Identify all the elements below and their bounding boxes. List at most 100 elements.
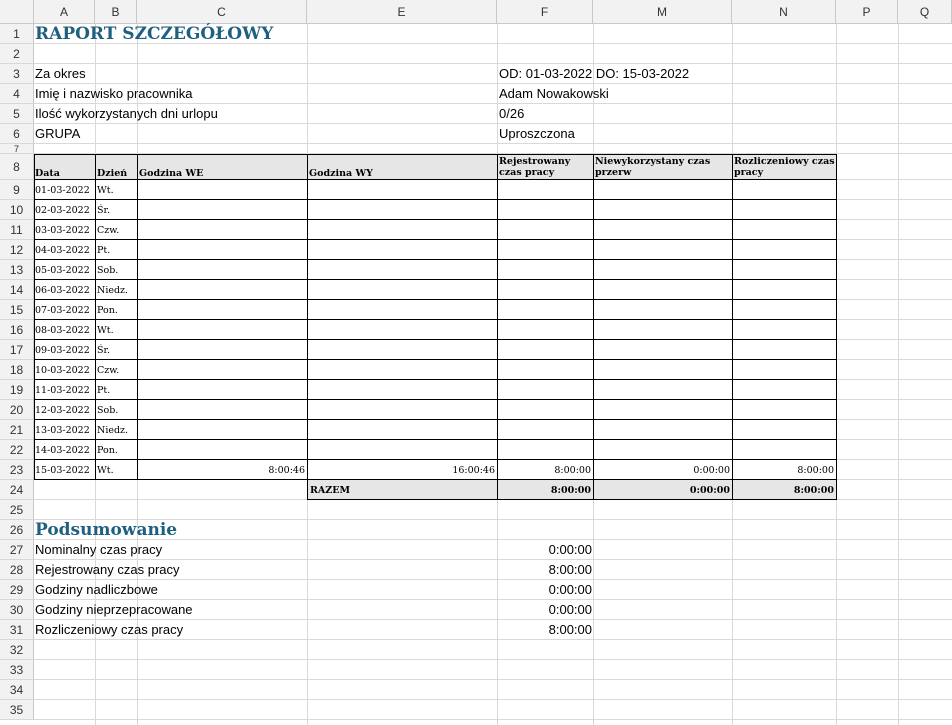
row-header-35[interactable]: 35 (0, 700, 34, 720)
table-row-registered (497, 300, 591, 320)
total-border-v (836, 480, 837, 500)
row-header-19[interactable]: 19 (0, 380, 34, 400)
column-header-m[interactable]: M (593, 0, 732, 24)
table-row-date: 01-03-2022 (35, 185, 90, 196)
row-header-12[interactable]: 12 (0, 240, 34, 260)
row-header-17[interactable]: 17 (0, 340, 34, 360)
row-header-21[interactable]: 21 (0, 420, 34, 440)
total-border-bottom (307, 499, 837, 500)
table-border-h (34, 339, 837, 340)
row-header-32[interactable]: 32 (0, 640, 34, 660)
column-header-c[interactable]: C (137, 0, 307, 24)
table-row-unused-break (593, 400, 730, 420)
row-header-2[interactable]: 2 (0, 44, 34, 64)
row-header-7[interactable]: 7 (0, 144, 34, 154)
row-header-33[interactable]: 33 (0, 660, 34, 680)
row-header-29[interactable]: 29 (0, 580, 34, 600)
table-row-settled (732, 220, 834, 240)
table-border-v (593, 154, 594, 480)
row-header-6[interactable]: 6 (0, 124, 34, 144)
table-row-time-out (307, 220, 495, 240)
table-row-registered (497, 440, 591, 460)
row-header-5[interactable]: 5 (0, 104, 34, 124)
select-all-corner[interactable] (0, 0, 34, 24)
column-header-q[interactable]: Q (898, 0, 952, 24)
table-border-h (34, 319, 837, 320)
row-header-10[interactable]: 10 (0, 200, 34, 220)
grid-hline (34, 679, 952, 680)
table-row-unused-break (593, 280, 730, 300)
table-row-day: Pt. (97, 245, 111, 256)
table-row-date: 06-03-2022 (35, 285, 90, 296)
table-row-day: Śr. (97, 345, 111, 356)
table-row-time-out (307, 300, 495, 320)
summary-title: Podsumowanie (35, 520, 178, 540)
row-header-23[interactable]: 23 (0, 460, 34, 480)
table-row-settled (732, 380, 834, 400)
grid-hline (34, 143, 952, 144)
row-header-13[interactable]: 13 (0, 260, 34, 280)
table-row-registered (497, 400, 591, 420)
row-header-26[interactable]: 26 (0, 520, 34, 540)
row-header-27[interactable]: 27 (0, 540, 34, 560)
table-row-time-in (137, 240, 305, 260)
column-header-b[interactable]: B (95, 0, 137, 24)
table-row-unused-break (593, 360, 730, 380)
table-row-date: 13-03-2022 (35, 425, 90, 436)
group-label: GRUPA (35, 126, 81, 141)
leave-value: 0/26 (499, 106, 525, 121)
table-row-day: Śr. (97, 205, 111, 216)
header-settled-line2: pracy (734, 167, 764, 178)
report-title: RAPORT SZCZEGÓŁOWY (35, 24, 274, 44)
column-header-f[interactable]: F (497, 0, 593, 24)
row-header-25[interactable]: 25 (0, 500, 34, 520)
table-row-registered: 8:00:00 (554, 465, 591, 476)
table-border-v (307, 154, 308, 480)
employee-label: Imię i nazwisko pracownika (35, 86, 193, 101)
row-header-28[interactable]: 28 (0, 560, 34, 580)
row-header-11[interactable]: 11 (0, 220, 34, 240)
table-row-date: 05-03-2022 (35, 265, 90, 276)
summary-item-label: Rejestrowany czas pracy (35, 562, 180, 577)
table-row-unused-break: 0:00:00 (693, 465, 730, 476)
table-border-h (34, 479, 837, 480)
row-header-20[interactable]: 20 (0, 400, 34, 420)
table-row-settled (732, 180, 834, 200)
table-border-h (34, 359, 837, 360)
row-header-4[interactable]: 4 (0, 84, 34, 104)
table-row-registered (497, 280, 591, 300)
table-row-day: Pon. (97, 305, 118, 316)
table-row-date: 09-03-2022 (35, 345, 90, 356)
table-row-time-in (137, 340, 305, 360)
grid-hline (34, 699, 952, 700)
row-header-16[interactable]: 16 (0, 320, 34, 340)
row-header-31[interactable]: 31 (0, 620, 34, 640)
table-row-settled (732, 360, 834, 380)
column-header-a[interactable]: A (34, 0, 95, 24)
row-header-18[interactable]: 18 (0, 360, 34, 380)
row-header-8[interactable]: 8 (0, 154, 34, 180)
row-header-22[interactable]: 22 (0, 440, 34, 460)
row-header-3[interactable]: 3 (0, 64, 34, 84)
row-header-15[interactable]: 15 (0, 300, 34, 320)
row-header-1[interactable]: 1 (0, 24, 34, 44)
grid-hline (34, 659, 952, 660)
table-row-registered (497, 220, 591, 240)
table-row-registered (497, 260, 591, 280)
row-header-24[interactable]: 24 (0, 480, 34, 500)
row-header-9[interactable]: 9 (0, 180, 34, 200)
table-row-time-out (307, 440, 495, 460)
header-settled-line1: Rozliczeniowy czas (734, 156, 835, 167)
row-header-34[interactable]: 34 (0, 680, 34, 700)
column-header-e[interactable]: E (307, 0, 497, 24)
table-row-day: Czw. (97, 365, 120, 376)
spreadsheet-grid[interactable]: ABCEFMNPQ 1 2 3 4 5 6 7 8 9 10 11 12 13 14 15 16 17 18 19 2… (0, 0, 952, 725)
table-border-h (34, 379, 837, 380)
column-header-n[interactable]: N (732, 0, 836, 24)
table-row-settled (732, 320, 834, 340)
row-header-30[interactable]: 30 (0, 600, 34, 620)
row-header-14[interactable]: 14 (0, 280, 34, 300)
summary-item-label: Godziny nadliczbowe (35, 582, 158, 597)
table-row-registered (497, 240, 591, 260)
column-header-p[interactable]: P (836, 0, 898, 24)
